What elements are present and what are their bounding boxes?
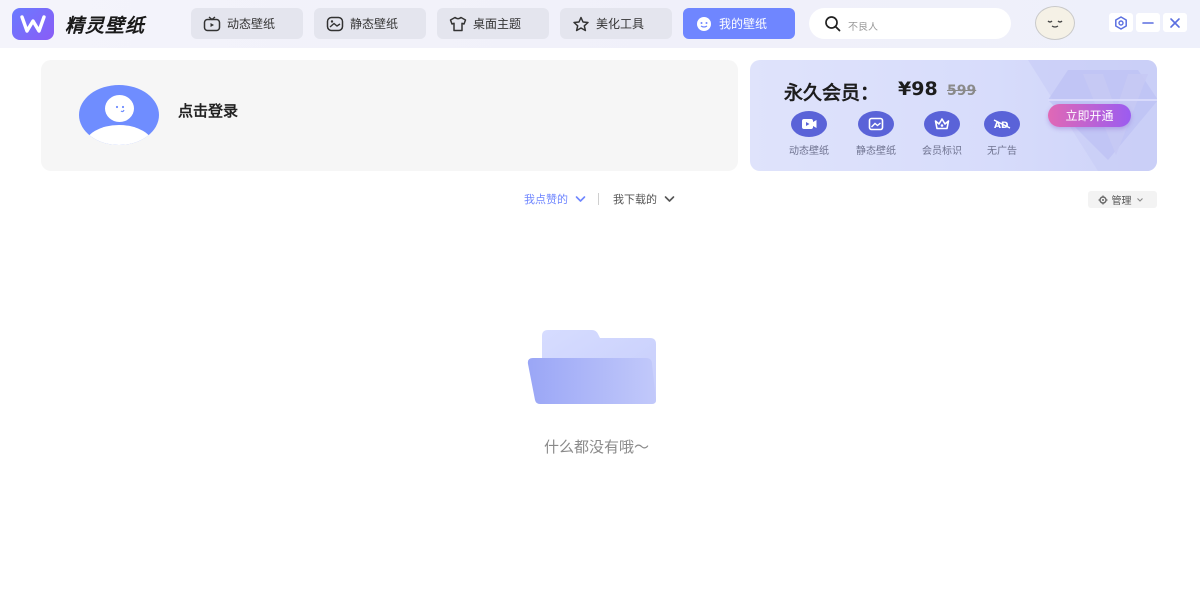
empty-message: 什么都没有哦～ xyxy=(543,438,649,456)
picture-icon xyxy=(326,16,344,31)
tab-dynamic-wallpaper[interactable]: 动态壁纸 xyxy=(191,8,303,39)
tab-label: 我的壁纸 xyxy=(719,17,768,31)
user-card: 点击登录 xyxy=(41,60,738,171)
open-vip-button[interactable]: 立即开通 xyxy=(1048,104,1131,127)
logo-w-icon xyxy=(12,8,54,40)
settings-icon xyxy=(1115,15,1127,30)
filter-liked-label: 我点赞的 xyxy=(524,193,568,206)
search-icon xyxy=(825,15,841,31)
image-icon xyxy=(858,111,894,137)
gear-icon xyxy=(1098,195,1107,204)
tab-desktop-theme[interactable]: 桌面主题 xyxy=(437,8,549,39)
smile-icon xyxy=(697,16,711,31)
vip-original-price: 599 xyxy=(947,83,977,99)
search-input[interactable] xyxy=(848,22,998,33)
vip-card: 永久会员： ¥98 599 动态壁纸 静态壁纸 会员标识 AD 无广告 立即开通 xyxy=(750,60,1157,171)
vip-feature-dynamic: 动态壁纸 xyxy=(779,111,839,157)
tv-icon xyxy=(203,15,221,31)
minimize-icon xyxy=(1142,21,1154,24)
vip-feature-label: 无广告 xyxy=(987,146,1017,157)
chevron-down-icon xyxy=(575,196,586,202)
chevron-down-icon xyxy=(664,196,675,202)
settings-button[interactable] xyxy=(1109,13,1133,32)
tab-label: 静态壁纸 xyxy=(350,17,399,31)
app-title: 精灵壁纸 xyxy=(65,14,146,37)
filter-divider xyxy=(598,193,599,205)
vip-feature-label: 动态壁纸 xyxy=(789,146,829,157)
vip-feature-label: 会员标识 xyxy=(922,146,962,157)
ad-icon: AD xyxy=(984,111,1020,137)
vip-price: ¥98 xyxy=(898,78,938,100)
tab-static-wallpaper[interactable]: 静态壁纸 xyxy=(314,8,426,39)
minimize-button[interactable] xyxy=(1136,13,1160,32)
vip-feature-no-ads: AD 无广告 xyxy=(972,111,1032,157)
face-icon xyxy=(1047,20,1063,28)
tab-label: 美化工具 xyxy=(596,17,645,31)
shirt-icon xyxy=(449,16,467,31)
filter-bar: 我点赞的 我下载的 xyxy=(524,191,675,207)
default-avatar-icon[interactable] xyxy=(79,85,159,145)
title-bar: 精灵壁纸 动态壁纸 静态壁纸 桌面主题 美化工具 我的壁纸 xyxy=(0,0,1200,48)
filter-downloaded-label: 我下载的 xyxy=(613,193,657,206)
tab-label: 动态壁纸 xyxy=(227,17,276,31)
tab-label: 桌面主题 xyxy=(473,17,522,31)
login-link[interactable]: 点击登录 xyxy=(178,100,238,121)
manage-label: 管理 xyxy=(1111,196,1132,207)
manage-button[interactable]: 管理 xyxy=(1088,191,1157,208)
close-icon xyxy=(1170,17,1180,28)
app-logo[interactable]: 精灵壁纸 xyxy=(12,8,145,40)
video-icon xyxy=(791,111,827,137)
crown-icon xyxy=(924,111,960,137)
vip-title: 永久会员： xyxy=(784,82,880,104)
main-nav: 动态壁纸 静态壁纸 桌面主题 美化工具 我的壁纸 xyxy=(191,8,806,39)
filter-liked[interactable]: 我点赞的 xyxy=(524,191,586,207)
tab-beautify-tools[interactable]: 美化工具 xyxy=(560,8,672,39)
search-box[interactable] xyxy=(809,8,1011,39)
tab-my-wallpaper[interactable]: 我的壁纸 xyxy=(683,8,795,39)
close-button[interactable] xyxy=(1163,13,1187,32)
vip-feature-label: 静态壁纸 xyxy=(856,146,896,157)
filter-downloaded[interactable]: 我下载的 xyxy=(613,191,675,207)
tools-icon xyxy=(573,16,589,31)
empty-folder-icon xyxy=(527,330,656,404)
vip-feature-static: 静态壁纸 xyxy=(846,111,906,157)
chevron-down-icon xyxy=(1136,197,1143,202)
vip-feature-badge: 会员标识 xyxy=(912,111,972,157)
user-avatar-button[interactable] xyxy=(1035,6,1075,40)
